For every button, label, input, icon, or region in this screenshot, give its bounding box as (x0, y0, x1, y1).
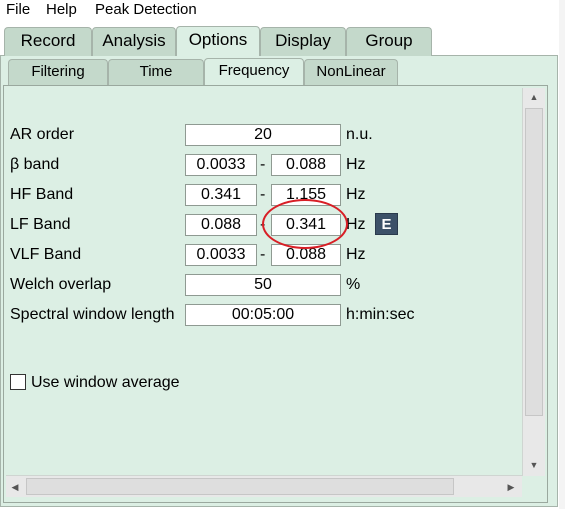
use-window-average-checkbox[interactable] (10, 374, 26, 390)
window-edge (559, 0, 565, 509)
scroll-right-icon[interactable]: ▶ (502, 476, 520, 498)
tab-group[interactable]: Group (346, 27, 432, 56)
spectral-window-label: Spectral window length (10, 306, 175, 323)
tab-record[interactable]: Record (4, 27, 92, 56)
menu-file[interactable]: File (6, 1, 30, 19)
horizontal-scrollbar[interactable]: ◀ ▶ (6, 475, 522, 497)
beta-band-separator: - (260, 156, 266, 173)
beta-band-label: β band (10, 156, 60, 173)
use-window-average-label: Use window average (31, 374, 180, 391)
vlf-band-label: VLF Band (10, 246, 82, 263)
lf-band-low-input[interactable]: 0.088 (185, 214, 257, 236)
vlf-band-high-input[interactable]: 0.088 (271, 244, 341, 266)
menu-peak-detection[interactable]: Peak Detection (95, 1, 197, 19)
lf-band-high-input[interactable]: 0.341 (271, 214, 341, 236)
hf-band-label: HF Band (10, 186, 74, 203)
spectral-window-input[interactable]: 00:05:00 (185, 304, 341, 326)
beta-band-high-input[interactable]: 0.088 (271, 154, 341, 176)
hf-band-low-input[interactable]: 0.341 (185, 184, 257, 206)
welch-overlap-unit: % (346, 276, 361, 293)
vlf-band-low-input[interactable]: 0.0033 (185, 244, 257, 266)
welch-overlap-input[interactable]: 50 (185, 274, 341, 296)
vertical-scrollbar[interactable]: ▲ ▼ (522, 88, 545, 476)
hf-band-separator: - (260, 186, 266, 203)
scroll-up-icon[interactable]: ▲ (523, 88, 545, 106)
beta-band-low-input[interactable]: 0.0033 (185, 154, 257, 176)
welch-overlap-label: Welch overlap (10, 276, 112, 293)
tab-filtering[interactable]: Filtering (8, 59, 108, 85)
vlf-band-unit: Hz (346, 246, 366, 263)
tab-analysis[interactable]: Analysis (92, 27, 176, 56)
ar-order-input[interactable]: 20 (185, 124, 341, 146)
scroll-down-icon[interactable]: ▼ (523, 456, 545, 474)
scroll-left-icon[interactable]: ◀ (6, 476, 24, 498)
tab-frequency[interactable]: Frequency (204, 58, 304, 85)
menu-help[interactable]: Help (46, 1, 77, 19)
beta-band-unit: Hz (346, 156, 366, 173)
vertical-scroll-thumb[interactable] (525, 108, 543, 416)
horizontal-scroll-thumb[interactable] (26, 478, 454, 495)
tab-options[interactable]: Options (176, 26, 260, 56)
lf-band-separator: - (260, 216, 266, 233)
lf-band-label: LF Band (10, 216, 71, 233)
menu-bar: File Help Peak Detection (0, 0, 565, 22)
lf-band-unit: Hz (346, 216, 366, 233)
hf-band-unit: Hz (346, 186, 366, 203)
tab-nonlinear[interactable]: NonLinear (304, 59, 398, 85)
tab-time[interactable]: Time (108, 59, 204, 85)
lf-band-edit-button[interactable]: E (375, 213, 398, 235)
scrollbar-corner (522, 476, 545, 498)
ar-order-label: AR order (10, 126, 75, 143)
spectral-window-unit: h:min:sec (346, 306, 415, 323)
tab-display[interactable]: Display (260, 27, 346, 56)
hf-band-high-input[interactable]: 1.155 (271, 184, 341, 206)
vlf-band-separator: - (260, 246, 266, 263)
ar-order-unit: n.u. (346, 126, 373, 143)
